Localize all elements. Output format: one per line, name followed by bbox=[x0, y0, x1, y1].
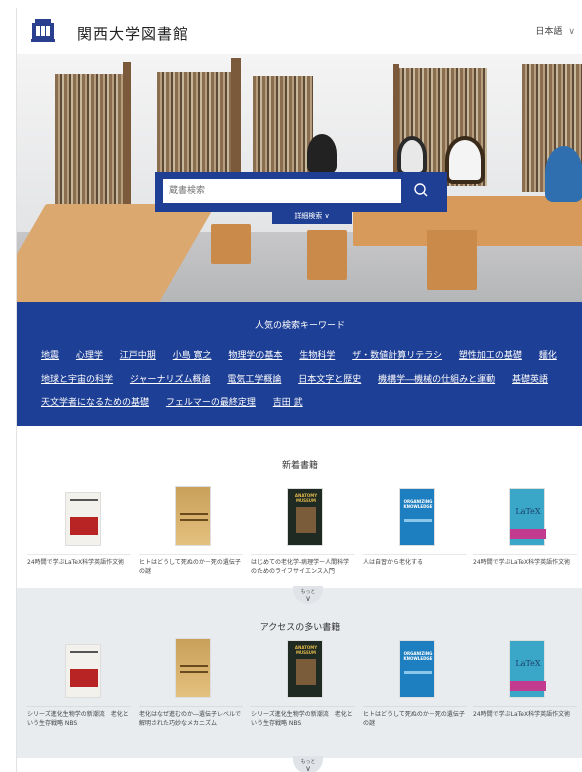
site-header: 関西大学図書館 日本語 ∨ bbox=[17, 8, 582, 54]
card-divider bbox=[473, 554, 577, 555]
keyword-row: 地震 心理学 江戸中期 小島 寛之 物理学の基本 生物科学 ザ・数値計算リテラシ… bbox=[41, 348, 571, 361]
keyword-link[interactable]: 物理学の基本 bbox=[228, 351, 282, 361]
keyword-link[interactable]: 機構学―機械の仕組みと運動 bbox=[378, 375, 495, 385]
keyword-link[interactable]: ジャーナリズム概論 bbox=[130, 375, 211, 385]
book-title[interactable]: 24時間で学ぶLaTeX科学英語作文術 bbox=[27, 558, 131, 567]
book-title[interactable]: ヒトはどうして死ぬのか－死の遺伝子の謎 bbox=[363, 710, 467, 728]
chevron-down-icon: ∨ bbox=[305, 594, 311, 603]
cover-title: LaTeX bbox=[515, 507, 541, 516]
new-books-section: 新着書籍 24時間で学ぶLaTeX科学英語作文術 ヒトはどうして死ぬのか－死の遺… bbox=[17, 426, 582, 588]
hero-image: 詳細検索 ∨ bbox=[17, 54, 582, 302]
student bbox=[445, 136, 485, 184]
keywords-heading: 人気の検索キーワード bbox=[254, 321, 345, 331]
advanced-search-toggle[interactable]: 詳細検索 ∨ bbox=[272, 208, 352, 224]
card-divider bbox=[363, 554, 467, 555]
book-cover[interactable]: LaTeX bbox=[509, 640, 546, 698]
site-title[interactable]: 関西大学図書館 bbox=[77, 23, 189, 44]
card-divider bbox=[473, 706, 577, 707]
popular-books-section: アクセスの多い書籍 シリーズ進化生物学の新潮流 老化という生存戦略 NBS 老化… bbox=[17, 588, 582, 758]
book-title[interactable]: はじめての老化学-病理学ー人間科学のためのライフサイエンス入門 bbox=[251, 558, 355, 576]
chair bbox=[427, 230, 477, 290]
popular-books-heading: アクセスの多い書籍 bbox=[259, 623, 341, 633]
card-divider bbox=[27, 554, 131, 555]
book-title[interactable]: シリーズ進化生物学の新潮流 老化という生存戦略 NBS bbox=[251, 710, 355, 728]
chevron-down-icon: ∨ bbox=[568, 27, 575, 37]
popular-keywords: 人気の検索キーワード 地震 心理学 江戸中期 小島 寛之 物理学の基本 生物科学… bbox=[17, 302, 582, 426]
book-title[interactable]: 人は自習から老化する bbox=[363, 558, 467, 567]
card-divider bbox=[27, 706, 131, 707]
book-cover[interactable] bbox=[65, 492, 101, 546]
card-divider bbox=[363, 706, 467, 707]
bookshelf bbox=[253, 76, 313, 186]
keyword-link[interactable]: 吉田 武 bbox=[273, 398, 303, 408]
keyword-link[interactable]: 江戸中期 bbox=[120, 351, 156, 361]
book-cover[interactable] bbox=[65, 644, 101, 698]
chair bbox=[307, 230, 347, 280]
book-title[interactable]: 24時間で学ぶLaTeX科学英語作文術 bbox=[473, 710, 577, 719]
book-title[interactable]: ヒトはどうして死ぬのか－死の遺伝子の謎 bbox=[139, 558, 243, 576]
bookshelf bbox=[55, 74, 123, 204]
new-books-more-button[interactable]: もっと ∨ bbox=[293, 586, 323, 604]
keyword-link[interactable]: 地球と宇宙の科学 bbox=[41, 375, 113, 385]
card-divider bbox=[251, 706, 355, 707]
keyword-link[interactable]: 生物科学 bbox=[299, 351, 335, 361]
book-title[interactable]: 老化はなぜ進むのか―遺伝子レベルで解明された巧妙なメカニズム bbox=[139, 710, 243, 728]
book-cover[interactable]: ANATOMY MUSEUM bbox=[287, 488, 323, 546]
cover-title: ANATOMY MUSEUM bbox=[294, 493, 318, 503]
language-selector[interactable]: 日本語 ∨ bbox=[535, 24, 575, 37]
card-divider bbox=[251, 554, 355, 555]
popular-books-more-button[interactable]: もっと ∨ bbox=[293, 756, 323, 772]
search-bar bbox=[155, 172, 447, 212]
card-divider bbox=[139, 554, 243, 555]
book-cover[interactable]: ANATOMY MUSEUM bbox=[287, 640, 323, 698]
keyword-link[interactable]: フェルマーの最終定理 bbox=[166, 398, 256, 408]
keyword-link[interactable]: 小島 寛之 bbox=[173, 351, 212, 361]
cover-title: LaTeX bbox=[515, 659, 541, 668]
keyword-link[interactable]: 麺化 bbox=[539, 351, 557, 361]
book-title[interactable]: シリーズ進化生物学の新潮流 老化という生存戦略 NBS bbox=[27, 710, 131, 728]
search-icon[interactable] bbox=[403, 178, 439, 204]
keyword-link[interactable]: 電気工学概論 bbox=[227, 375, 281, 385]
keyword-link[interactable]: 基礎英語 bbox=[512, 375, 548, 385]
advanced-search-label: 詳細検索 bbox=[294, 212, 323, 220]
chevron-down-icon: ∨ bbox=[324, 212, 330, 220]
page-frame: 関西大学図書館 日本語 ∨ 詳細検索 bbox=[16, 8, 582, 772]
keyword-row: 地球と宇宙の科学 ジャーナリズム概論 電気工学概論 日本文字と歴史 機構学―機械… bbox=[41, 372, 562, 385]
student bbox=[397, 136, 427, 176]
keyword-link[interactable]: 塑性加工の基礎 bbox=[459, 351, 522, 361]
keyword-link[interactable]: 天文学者になるための基礎 bbox=[41, 398, 149, 408]
new-books-heading: 新着書籍 bbox=[281, 461, 318, 471]
keyword-row: 天文学者になるための基礎 フェルマーの最終定理 吉田 武 bbox=[41, 395, 317, 408]
student bbox=[545, 146, 582, 202]
cover-title: ORGANIZING KNOWLEDGE bbox=[403, 499, 433, 509]
keyword-link[interactable]: 日本文字と歴史 bbox=[298, 375, 361, 385]
chair bbox=[211, 224, 251, 264]
cover-title: ANATOMY MUSEUM bbox=[294, 645, 318, 655]
university-crest-icon[interactable] bbox=[31, 17, 55, 43]
book-cover[interactable]: ORGANIZING KNOWLEDGE bbox=[399, 640, 435, 698]
card-divider bbox=[139, 706, 243, 707]
student bbox=[307, 134, 337, 174]
book-title[interactable]: 24時間で学ぶLaTeX科学英語作文術 bbox=[473, 558, 577, 567]
search-input[interactable] bbox=[163, 179, 401, 203]
book-cover[interactable]: LaTeX bbox=[509, 488, 546, 546]
language-label: 日本語 bbox=[535, 27, 563, 37]
keyword-link[interactable]: 心理学 bbox=[76, 351, 103, 361]
book-cover[interactable] bbox=[175, 638, 211, 698]
chevron-down-icon: ∨ bbox=[305, 764, 311, 772]
book-cover[interactable]: ORGANIZING KNOWLEDGE bbox=[399, 488, 435, 546]
keyword-link[interactable]: 地震 bbox=[41, 351, 59, 361]
cover-title: ORGANIZING KNOWLEDGE bbox=[403, 651, 433, 661]
keyword-link[interactable]: ザ・数値計算リテラシ bbox=[352, 351, 442, 361]
book-cover[interactable] bbox=[175, 486, 211, 546]
